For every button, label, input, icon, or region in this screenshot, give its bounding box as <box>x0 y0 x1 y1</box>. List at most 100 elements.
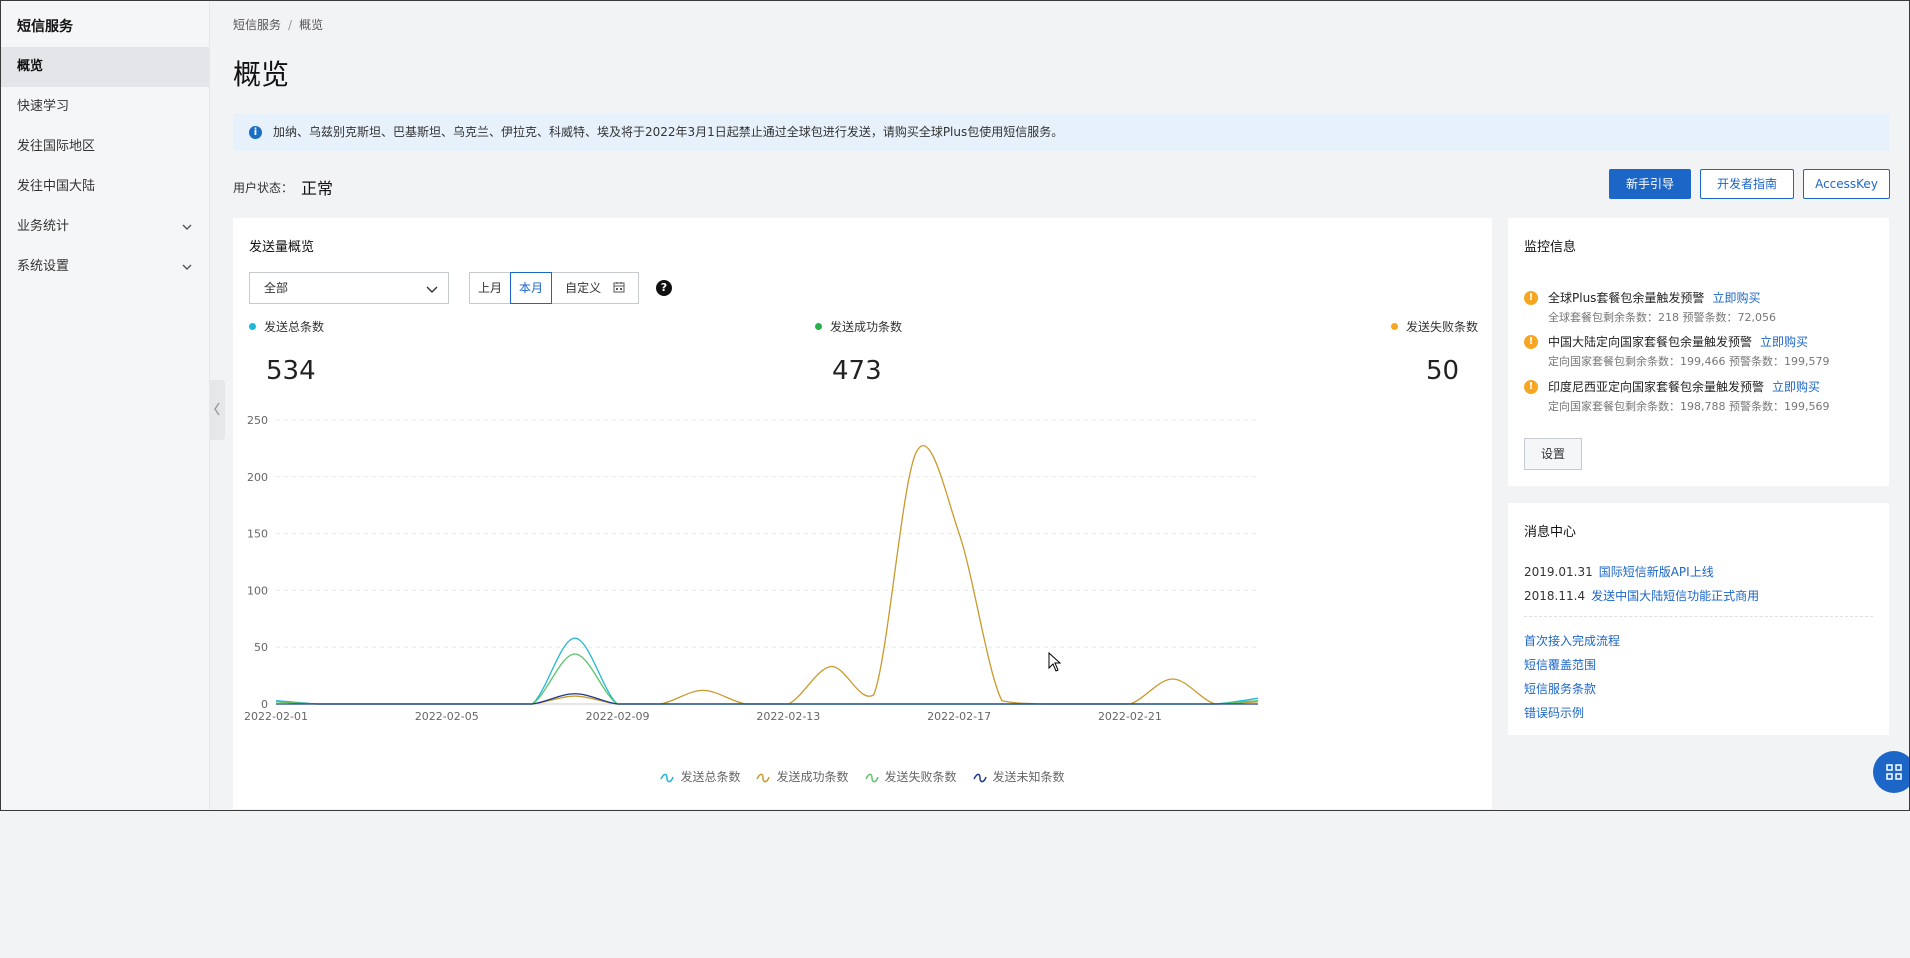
sidebar-item-label: 业务统计 <box>17 219 70 234</box>
buy-now-link[interactable]: 立即购买 <box>1760 335 1808 349</box>
buy-now-link[interactable]: 立即购买 <box>1712 291 1760 305</box>
sidebar-title: 短信服务 <box>17 19 73 35</box>
stat-failed-value: 50 <box>1426 356 1460 386</box>
buy-now-link[interactable]: 立即购买 <box>1772 380 1820 394</box>
news-item: 2019.01.31 国际短信新版API上线 <box>1524 563 1714 580</box>
alert-detail: 定向国家套餐包剩余条数：199,466 预警条数：199,579 <box>1548 355 1830 368</box>
series-line <box>275 653 1259 705</box>
news-date: 2018.11.4 <box>1524 589 1586 603</box>
card-title: 监控信息 <box>1524 240 1577 255</box>
chevron-down-icon <box>182 264 192 270</box>
stat-label-text: 发送失败条数 <box>1406 320 1479 334</box>
quick-link[interactable]: 错误码示例 <box>1524 704 1584 721</box>
news-link[interactable]: 国际短信新版API上线 <box>1599 565 1714 579</box>
legend-dot <box>815 323 822 330</box>
legend-line-icon <box>864 773 879 783</box>
y-tick-label: 250 <box>247 414 268 427</box>
monitor-settings-button[interactable]: 设置 <box>1524 438 1582 470</box>
breadcrumb-root[interactable]: 短信服务 <box>233 18 281 32</box>
stat-total-label: 发送总条数 <box>249 318 324 335</box>
developer-guide-button[interactable]: 开发者指南 <box>1700 169 1794 199</box>
stat-label-text: 发送总条数 <box>264 320 325 334</box>
grid-icon <box>1886 764 1902 780</box>
monitor-card: 监控信息 ! 全球Plus套餐包余量触发预警 立即购买 全球套餐包剩余条数：218… <box>1508 218 1889 486</box>
legend-line-icon <box>660 773 675 783</box>
alert-title: 全球Plus套餐包余量触发预警 <box>1548 291 1705 305</box>
alert-title: 中国大陆定向国家套餐包余量触发预警 <box>1548 335 1753 349</box>
x-tick-label: 2022-02-13 <box>756 710 820 723</box>
user-status-label: 用户状态： <box>233 181 294 195</box>
help-icon[interactable]: ? <box>656 280 672 296</box>
legend-item[interactable]: 发送失败条数 <box>864 768 957 785</box>
page-title: 概览 <box>233 58 290 91</box>
period-custom[interactable]: 自定义 <box>551 272 639 304</box>
news-date: 2019.01.31 <box>1524 565 1593 579</box>
main-content: 短信服务 / 概览 概览 i 加纳、乌兹别克斯坦、巴基斯坦、乌克兰、伊拉克、科威特、… <box>210 1 1908 809</box>
series-line <box>276 693 1258 705</box>
x-tick-label: 2022-02-01 <box>244 710 308 723</box>
alert-title: 印度尼西亚定向国家套餐包余量触发预警 <box>1548 380 1765 394</box>
y-tick-label: 100 <box>247 584 268 597</box>
sidebar-item-overview[interactable]: 概览 <box>1 47 209 87</box>
access-key-button[interactable]: AccessKey <box>1803 169 1890 199</box>
news-item: 2018.11.4 发送中国大陆短信功能正式商用 <box>1524 587 1759 604</box>
sidebar-item-mainland[interactable]: 发往中国大陆 <box>1 167 209 207</box>
notice-banner: i 加纳、乌兹别克斯坦、巴基斯坦、乌克兰、伊拉克、科威特、埃及将于2022年3月… <box>233 114 1889 151</box>
send-volume-chart: 0501001502002502022-02-01 2022-02-05 2022-… <box>244 414 1259 723</box>
breadcrumb-separator: / <box>288 18 293 32</box>
info-icon: i <box>249 126 262 139</box>
stat-total-value: 534 <box>266 356 316 386</box>
legend-line-icon <box>756 773 771 783</box>
sidebar-item-international[interactable]: 发往国际地区 <box>1 127 209 167</box>
legend-item[interactable]: 发送未知条数 <box>972 768 1065 785</box>
send-overview-card: 发送量概览 全部 上月 本月 自定义 ? 发送总条数 534 发送成功条数 47… <box>233 218 1492 809</box>
period-this-month[interactable]: 本月 <box>510 272 552 304</box>
sign-filter-select[interactable]: 全部 <box>249 272 449 304</box>
chart-legend: 发送总条数 发送成功条数 发送失败条数 发送未知条数 <box>233 768 1492 785</box>
quick-link[interactable]: 短信服务条款 <box>1524 680 1596 697</box>
y-tick-label: 50 <box>254 641 268 654</box>
x-tick-label: 2022-02-21 <box>1098 710 1162 723</box>
period-last-month[interactable]: 上月 <box>469 272 511 304</box>
calendar-icon <box>613 282 625 293</box>
notice-text: 加纳、乌兹别克斯坦、巴基斯坦、乌克兰、伊拉克、科威特、埃及将于2022年3月1日… <box>273 125 1064 139</box>
app-grid-button[interactable] <box>1873 751 1910 793</box>
y-tick-label: 150 <box>247 528 268 541</box>
stat-success-value: 473 <box>832 356 882 386</box>
legend-item[interactable]: 发送成功条数 <box>756 768 849 785</box>
legend-dot <box>1391 323 1398 330</box>
sidebar-item-system-settings[interactable]: 系统设置 <box>1 247 209 287</box>
beginner-guide-button[interactable]: 新手引导 <box>1609 169 1691 199</box>
alert-detail: 定向国家套餐包剩余条数：198,788 预警条数：199,569 <box>1548 400 1830 413</box>
breadcrumb-current: 概览 <box>299 18 324 32</box>
select-value: 全部 <box>264 281 289 295</box>
quick-link[interactable]: 首次接入完成流程 <box>1524 632 1620 649</box>
mouse-cursor-icon <box>1048 652 1062 672</box>
legend-line-icon <box>972 773 987 783</box>
sidebar-item-label: 系统设置 <box>17 259 70 274</box>
sidebar: 短信服务 概览 快速学习 发往国际地区 发往中国大陆 业务统计 系统设置 <box>1 1 210 809</box>
legend-label: 发送未知条数 <box>992 770 1065 784</box>
chevron-down-icon <box>426 286 438 293</box>
legend-label: 发送总条数 <box>680 770 741 784</box>
series-line <box>275 637 1259 705</box>
legend-item[interactable]: 发送总条数 <box>660 768 740 785</box>
breadcrumb: 短信服务 / 概览 <box>233 16 323 33</box>
divider <box>1524 616 1873 617</box>
sidebar-item-quick-learn[interactable]: 快速学习 <box>1 87 209 127</box>
x-tick-label: 2022-02-05 <box>415 710 479 723</box>
user-status-value: 正常 <box>301 179 334 198</box>
stat-failed-label: 发送失败条数 <box>1391 318 1478 335</box>
warning-icon: ! <box>1524 380 1538 394</box>
y-tick-label: 200 <box>247 471 268 484</box>
chevron-down-icon <box>182 224 192 230</box>
period-custom-label: 自定义 <box>565 281 602 295</box>
news-link[interactable]: 发送中国大陆短信功能正式商用 <box>1591 589 1759 603</box>
quick-link[interactable]: 短信覆盖范围 <box>1524 656 1596 673</box>
warning-icon: ! <box>1524 291 1538 305</box>
warning-icon: ! <box>1524 335 1538 349</box>
stat-label-text: 发送成功条数 <box>830 320 903 334</box>
sidebar-item-business-stats[interactable]: 业务统计 <box>1 207 209 247</box>
stat-success-label: 发送成功条数 <box>815 318 902 335</box>
legend-label: 发送成功条数 <box>776 770 849 784</box>
